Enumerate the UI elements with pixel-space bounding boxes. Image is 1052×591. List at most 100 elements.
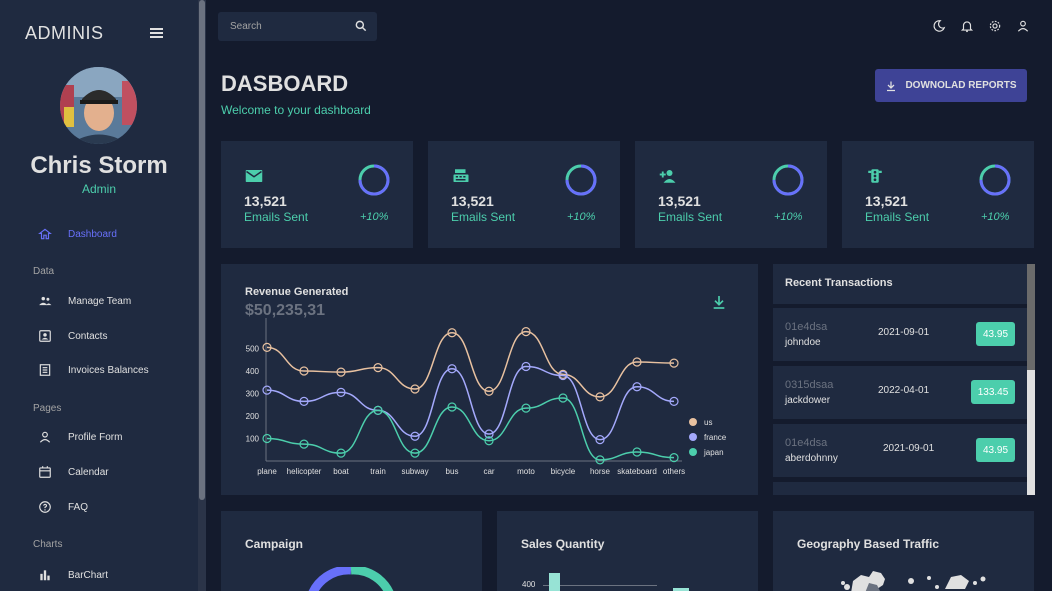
transactions-title: Recent Transactions	[785, 277, 893, 289]
transaction-row[interactable]: 0315dsaa jackdower 2022-04-01 133.45	[773, 366, 1028, 419]
stat-increase: +10%	[567, 211, 596, 223]
campaign-ring	[308, 567, 394, 591]
sales-gridline	[543, 585, 657, 586]
account-icon[interactable]	[1016, 19, 1030, 33]
transaction-date: 2021-09-01	[878, 327, 930, 338]
stat-label: Emails Sent	[658, 210, 723, 224]
progress-ring	[358, 164, 390, 196]
legend-label-us: us	[704, 418, 712, 427]
stat-increase: +10%	[981, 211, 1010, 223]
stat-label: Emails Sent	[244, 210, 309, 224]
x-tick-label: others	[663, 467, 685, 476]
progress-ring	[565, 164, 597, 196]
page-subtitle: Welcome to your dashboard	[221, 103, 371, 117]
transaction-id: 01e4dsa	[785, 321, 828, 333]
transaction-cost: 43.95	[976, 322, 1015, 346]
stat-increase: +10%	[774, 211, 803, 223]
revenue-panel: Revenue Generated $50,235,31 100 200 300 40…	[221, 264, 758, 495]
legend-label-japan: japan	[703, 448, 724, 457]
transaction-date: 2021-09-01	[883, 443, 935, 454]
stat-card: 13,521 Emails Sent +10%	[221, 141, 413, 248]
page-title: DASBOARD	[221, 71, 349, 96]
sidebar-item-profile-form[interactable]: Profile Form	[36, 426, 122, 448]
person-add-icon	[659, 168, 677, 184]
search-icon[interactable]	[354, 19, 368, 33]
campaign-panel: Campaign	[221, 511, 482, 591]
menu-toggle-icon[interactable]	[150, 27, 164, 39]
x-tick-label: helicopter	[287, 467, 322, 476]
person-icon	[36, 428, 54, 446]
x-tick-label: skateboard	[617, 467, 657, 476]
traffic-icon	[866, 168, 884, 184]
brand-title: ADMINIS	[25, 23, 104, 43]
transaction-row[interactable]: 01e4dsa aberdohnny 2021-09-01 43.95	[773, 424, 1028, 477]
stat-value: 13,521	[658, 193, 701, 209]
stat-label: Emails Sent	[451, 210, 516, 224]
legend-marker-us	[689, 418, 697, 426]
sidebar-item-barchart[interactable]: BarChart	[36, 564, 108, 586]
legend-label-france: france	[704, 433, 727, 442]
stat-card: 13,521 Emails Sent +10%	[842, 141, 1034, 248]
sidebar-item-invoices[interactable]: Invoices Balances	[36, 359, 149, 381]
y-tick-label: 200	[246, 412, 260, 421]
stat-increase: +10%	[360, 211, 389, 223]
series-line-france	[266, 365, 675, 441]
email-icon	[245, 168, 263, 184]
profile-role: Admin	[81, 182, 116, 196]
x-tick-label: moto	[517, 467, 535, 476]
transaction-row[interactable]	[773, 482, 1028, 495]
campaign-title: Campaign	[245, 537, 304, 551]
transactions-header: Recent Transactions	[773, 264, 1028, 304]
sidebar-item-contacts[interactable]: Contacts	[36, 325, 107, 347]
progress-ring	[772, 164, 804, 196]
sidebar-item-label: Manage Team	[68, 295, 132, 307]
people-icon	[36, 292, 54, 310]
sales-ytick: 400	[522, 580, 536, 589]
y-tick-label: 100	[246, 435, 260, 444]
sidebar-item-manage-team[interactable]: Manage Team	[36, 290, 131, 312]
sidebar-item-calendar[interactable]: Calendar	[36, 461, 109, 483]
legend-marker-japan	[689, 448, 697, 456]
sidebar-item-dashboard[interactable]: Dashboard	[36, 223, 117, 245]
stat-value: 13,521	[865, 193, 908, 209]
recent-transactions: Recent Transactions 01e4dsa johndoe 2021…	[773, 264, 1036, 495]
transaction-user: johndoe	[785, 337, 821, 348]
stat-label: Emails Sent	[865, 210, 930, 224]
transaction-date: 2022-04-01	[878, 385, 930, 396]
stat-card: 13,521 Emails Sent +10%	[428, 141, 620, 248]
search-input[interactable]	[230, 21, 350, 32]
progress-ring	[979, 164, 1011, 196]
download-reports-label: DOWNOLAD REPORTS	[905, 80, 1017, 91]
contacts-icon	[36, 327, 54, 345]
stat-value: 13,521	[244, 193, 287, 209]
transaction-user: jackdower	[785, 395, 831, 406]
sidebar-item-label: BarChart	[68, 569, 109, 581]
sidebar-item-label: FAQ	[68, 501, 89, 513]
sidebar-scrollbar[interactable]	[198, 0, 206, 591]
sidebar-item-label: Profile Form	[68, 431, 123, 443]
sidebar-item-faq[interactable]: FAQ	[36, 496, 88, 518]
y-tick-label: 300	[246, 390, 260, 399]
transaction-cost: 133.45	[971, 380, 1015, 404]
settings-icon[interactable]	[988, 19, 1002, 33]
sidebar-item-label: Contacts	[68, 330, 108, 342]
transaction-id: 0315dsaa	[785, 379, 834, 391]
avatar	[60, 67, 137, 144]
y-tick-label: 500	[246, 345, 260, 354]
sidebar: ADMINIS Chris Storm Admin Dashboard Data…	[0, 0, 198, 591]
sidebar-section-charts: Charts	[33, 539, 63, 550]
download-reports-button[interactable]: DOWNOLAD REPORTS	[875, 69, 1027, 102]
x-tick-label: bicycle	[551, 467, 576, 476]
receipt-icon	[36, 361, 54, 379]
home-icon	[36, 225, 54, 243]
transaction-row[interactable]: 01e4dsa johndoe 2021-09-01 43.95	[773, 308, 1028, 361]
search-box	[218, 12, 377, 41]
dark-mode-icon[interactable]	[932, 19, 946, 33]
notifications-icon[interactable]	[960, 19, 974, 33]
transactions-scrollbar[interactable]	[1027, 264, 1035, 495]
sales-quantity-panel: Sales Quantity 400	[497, 511, 758, 591]
transaction-user: aberdohnny	[785, 453, 838, 464]
x-tick-label: bus	[446, 467, 459, 476]
help-icon	[36, 498, 54, 516]
profile-name: Chris Storm	[30, 152, 168, 179]
